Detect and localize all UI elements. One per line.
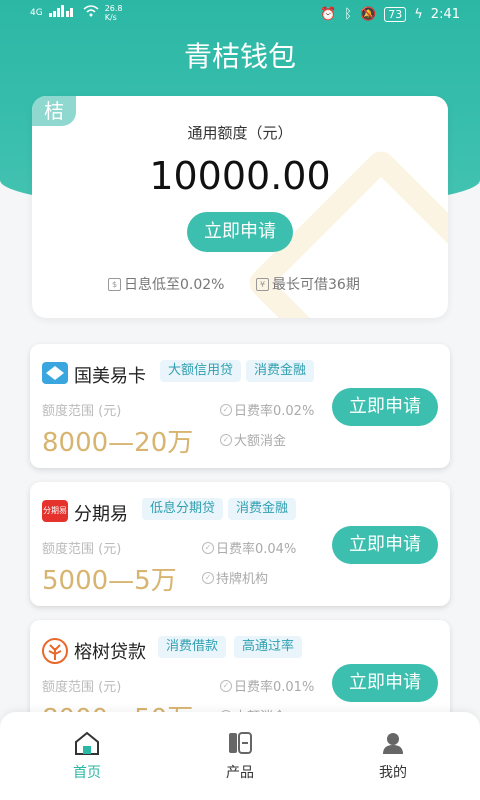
- product-name: 榕树贷款: [74, 642, 146, 663]
- feature-text: 持牌机构: [216, 572, 269, 587]
- feature-text: 日费率0.01%: [234, 680, 315, 695]
- network-speed: 26.8 K/s: [105, 4, 123, 22]
- apply-now-button[interactable]: 立即申请: [187, 212, 293, 252]
- product-name: 国美易卡: [74, 366, 146, 387]
- tab-profile[interactable]: 我的: [333, 730, 453, 782]
- credit-label: 通用额度（元）: [187, 124, 293, 142]
- apply-now-button[interactable]: 立即申请: [332, 388, 438, 426]
- product-icon: [226, 730, 254, 756]
- speed-value: 26.8: [104, 4, 123, 13]
- app-title: 青桔钱包: [183, 40, 296, 73]
- term-info: ¥ 最长可借36期: [256, 274, 360, 294]
- credit-card: 桔 通用额度（元） 10000.00 立即申请 $ 日息低至0.02% ¥ 最长…: [32, 96, 448, 318]
- feature-item: ✓ 日费率0.01%: [220, 676, 314, 695]
- tab-products[interactable]: 产品: [180, 730, 300, 782]
- check-icon: ✓: [202, 541, 214, 554]
- speed-unit: K/s: [104, 13, 117, 22]
- feature-item: ✓ 持牌机构: [202, 568, 268, 587]
- rate-info-text: 日息低至0.02%: [124, 277, 225, 293]
- credit-amount: 10000.00: [149, 154, 331, 198]
- product-name: 分期易: [74, 504, 128, 525]
- term-info-text: 最长可借36期: [272, 277, 360, 293]
- product-tag: 消费金融: [228, 498, 297, 520]
- profile-icon: [379, 730, 407, 756]
- feature-item: ✓ 日费率0.04%: [202, 538, 296, 557]
- signal-bars-icon: [48, 5, 77, 21]
- apply-now-button[interactable]: 立即申请: [332, 526, 438, 564]
- product-tag: 消费金融: [246, 360, 315, 382]
- tab-label: 产品: [226, 765, 254, 781]
- bluetooth-icon: ᛒ: [344, 7, 353, 22]
- check-icon: ✓: [220, 433, 232, 446]
- home-icon: [73, 730, 101, 756]
- product-tag: 低息分期贷: [142, 498, 224, 520]
- product-card-gome[interactable]: 国美易卡 大额信用贷 消费金融 额度范围 (元) 8000—20万 ✓ 日费率0.…: [30, 344, 450, 468]
- range-label: 额度范围 (元): [42, 680, 122, 695]
- feature-item: ✓大额消金: [220, 430, 286, 449]
- tab-label: 首页: [73, 765, 101, 781]
- gome-logo-icon: [42, 362, 68, 384]
- range-value: 5000—5万: [42, 566, 177, 596]
- feature-item: ✓ 日费率0.02%: [220, 400, 314, 419]
- rate-icon: $: [108, 277, 121, 291]
- range-label: 额度范围 (元): [42, 542, 122, 557]
- check-icon: ✓: [202, 571, 214, 584]
- range-label: 额度范围 (元): [42, 404, 122, 419]
- mute-icon: 🔕: [360, 7, 377, 22]
- feature-text: 日费率0.02%: [234, 404, 315, 419]
- tab-home[interactable]: 首页: [27, 730, 147, 782]
- range-value: 8000—20万: [42, 428, 194, 458]
- wifi-icon: [83, 5, 99, 21]
- fenqiyi-logo-icon: 分期易: [42, 500, 68, 522]
- battery-indicator: 73: [384, 7, 407, 22]
- apply-now-button[interactable]: 立即申请: [332, 664, 438, 702]
- product-card-fenqiyi[interactable]: 分期易 分期易 低息分期贷 消费金融 额度范围 (元) 5000—5万 ✓ 日费率…: [30, 482, 450, 606]
- product-tag: 高通过率: [234, 636, 303, 658]
- charging-icon: ϟ: [414, 7, 423, 22]
- signal-icon: 4G: [30, 8, 43, 18]
- status-bar: 4G 26.8 K/s ⏰ ᛒ 🔕 73 ϟ 2:41: [0, 0, 480, 32]
- check-icon: ✓: [220, 403, 232, 416]
- bottom-tab-bar: 首页 产品 我的: [0, 712, 480, 800]
- tab-label: 我的: [379, 765, 407, 781]
- alarm-icon: ⏰: [320, 7, 337, 22]
- product-tag: 消费借款: [158, 636, 227, 658]
- product-tag: 大额信用贷: [160, 360, 242, 382]
- feature-text: 大额消金: [234, 434, 287, 449]
- clock: 2:41: [430, 7, 460, 22]
- rate-info: $ 日息低至0.02%: [108, 274, 224, 294]
- term-icon: ¥: [256, 277, 269, 291]
- rongshu-tree-logo-icon: [42, 638, 68, 664]
- feature-text: 日费率0.04%: [216, 542, 297, 557]
- check-icon: ✓: [220, 679, 232, 692]
